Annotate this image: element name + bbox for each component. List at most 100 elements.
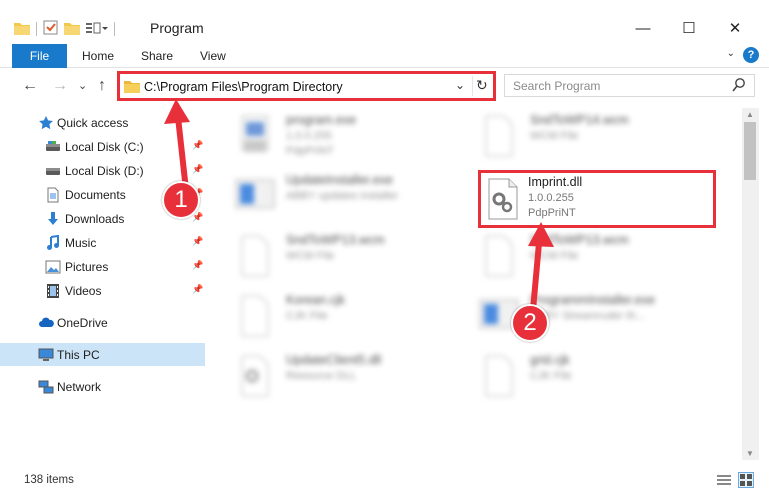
file-name: SndToWP13.wcm xyxy=(530,233,629,247)
item-count: 138 items xyxy=(24,474,74,486)
pin-icon: 📌 xyxy=(192,164,204,174)
file-item-sndtowp13-wcm[interactable]: SndToWP13.wcm WCM File xyxy=(234,230,474,288)
file-company: PdpPriNT xyxy=(528,207,576,219)
pictures-icon xyxy=(45,259,61,275)
vertical-scrollbar[interactable]: ▲ ▼ xyxy=(742,108,759,460)
navigation-pane: Quick access Local Disk (C:) 📌 Local Dis… xyxy=(0,108,210,460)
installer-file-icon xyxy=(234,174,276,218)
file-item-updateinstaller-exe[interactable]: UpdateInstaller.exe ABBY updates install… xyxy=(234,170,474,228)
customize-toolbar-icon[interactable] xyxy=(86,21,108,38)
sidebar-item-label: Documents xyxy=(65,188,126,202)
sidebar-item-music[interactable]: Music 📌 xyxy=(0,231,205,254)
file-description: ABBY updates installer xyxy=(286,190,399,202)
sidebar-item-label: Videos xyxy=(65,284,102,298)
drive-icon xyxy=(45,163,61,179)
callout-step-2: 2 xyxy=(511,304,549,342)
file-type: WCM File xyxy=(286,250,335,262)
sidebar-item-this-pc[interactable]: This PC xyxy=(0,343,205,366)
file-type: WCM File xyxy=(530,250,579,262)
scrollbar-thumb[interactable] xyxy=(744,122,756,180)
document-file-icon xyxy=(234,294,276,338)
pin-icon: 📌 xyxy=(192,140,204,150)
file-item-korean-cjk[interactable]: Korean.cjk CJK File xyxy=(234,290,474,348)
sidebar-item-label: OneDrive xyxy=(57,316,108,330)
sidebar-item-videos[interactable]: Videos 📌 xyxy=(0,279,205,302)
navigation-bar: ← → ⌄ ↑ C:\Program Files\Program Directo… xyxy=(0,68,769,104)
search-input[interactable]: Search Program xyxy=(504,74,755,97)
videos-icon xyxy=(45,283,61,299)
pin-icon: 📌 xyxy=(192,236,204,246)
tab-home[interactable]: Home xyxy=(82,49,114,63)
file-item-updateclient5-dll[interactable]: UpdateClient5.dll Resource DLL xyxy=(234,350,474,408)
file-name: Korean.cjk xyxy=(286,293,346,307)
details-view-icon[interactable] xyxy=(716,472,732,488)
search-placeholder: Search Program xyxy=(513,79,601,93)
ribbon-tabs: File Home Share View ⌄ ? xyxy=(0,44,769,68)
file-name: program.exe xyxy=(286,113,357,127)
file-name: UpdateClient5.dll xyxy=(286,353,382,367)
sidebar-item-local-disk-c[interactable]: Local Disk (C:) 📌 xyxy=(0,135,205,158)
network-icon xyxy=(38,379,54,395)
toolbar-divider xyxy=(114,22,115,36)
scroll-down-icon[interactable]: ▼ xyxy=(746,449,754,458)
pin-icon: 📌 xyxy=(192,260,204,270)
file-name: UpdateInstaller.exe xyxy=(286,173,394,187)
sidebar-item-label: Local Disk (D:) xyxy=(65,164,144,178)
documents-icon xyxy=(45,187,61,203)
sidebar-item-pictures[interactable]: Pictures 📌 xyxy=(0,255,205,278)
tab-share[interactable]: Share xyxy=(141,49,173,63)
recent-locations-button[interactable]: ⌄ xyxy=(78,79,87,92)
up-button[interactable]: ↑ xyxy=(98,77,106,95)
sidebar-item-quick-access[interactable]: Quick access xyxy=(0,111,205,134)
sidebar-item-onedrive[interactable]: OneDrive xyxy=(0,311,205,334)
expand-ribbon-icon[interactable]: ⌄ xyxy=(727,48,735,59)
file-type: CJK File xyxy=(286,310,328,322)
file-type: WCM File xyxy=(530,130,579,142)
file-item-grid-cjk[interactable]: grid.cjk CJK File xyxy=(478,350,718,408)
file-name: SndToWP13.wcm xyxy=(286,233,385,247)
sidebar-item-network[interactable]: Network xyxy=(0,375,205,398)
refresh-icon[interactable]: ↻ xyxy=(476,77,488,94)
music-icon xyxy=(45,234,61,251)
close-button[interactable]: ✕ xyxy=(712,14,758,42)
file-name: SndToWP14.wcm xyxy=(530,113,629,127)
search-icon[interactable] xyxy=(732,77,746,96)
folder-icon[interactable] xyxy=(14,21,30,38)
file-item-sndtowp14-wcm[interactable]: SndToWP14.wcm WCM File xyxy=(478,110,718,168)
file-item-sndtowp13-wcm-2[interactable]: SndToWP13.wcm WCM File xyxy=(478,230,718,288)
toolbar-divider xyxy=(36,22,37,36)
sidebar-item-label: Pictures xyxy=(65,260,109,274)
large-icons-view-icon[interactable] xyxy=(738,472,754,488)
help-icon[interactable]: ? xyxy=(743,47,759,63)
tab-file[interactable]: File xyxy=(12,44,67,68)
drive-icon xyxy=(45,139,61,155)
document-file-icon xyxy=(234,234,276,278)
file-item-program-exe[interactable]: program.exe 1.0.0.255 PdpPriNT xyxy=(234,110,474,168)
document-file-icon xyxy=(478,234,520,278)
new-folder-icon[interactable] xyxy=(64,21,80,38)
properties-icon[interactable] xyxy=(43,20,58,38)
title-bar: Program — ☐ ✕ xyxy=(0,0,769,44)
file-list: program.exe 1.0.0.255 PdpPriNT SndToWP14… xyxy=(212,108,742,460)
address-divider xyxy=(472,76,473,96)
address-dropdown-icon[interactable]: ⌄ xyxy=(455,78,465,92)
tab-view[interactable]: View xyxy=(200,49,226,63)
back-button[interactable]: ← xyxy=(22,77,38,95)
window-title: Program xyxy=(150,20,204,36)
minimize-button[interactable]: — xyxy=(620,14,666,42)
file-item-imprint-dll[interactable]: Imprint.dll 1.0.0.255 PdpPriNT xyxy=(478,170,716,228)
sidebar-item-label: Local Disk (C:) xyxy=(65,140,144,154)
file-company: PdpPriNT xyxy=(286,145,334,157)
exe-file-icon xyxy=(234,114,276,158)
maximize-button[interactable]: ☐ xyxy=(666,14,712,42)
computer-icon xyxy=(38,347,54,363)
sidebar-item-local-disk-d[interactable]: Local Disk (D:) 📌 xyxy=(0,159,205,182)
file-name: ProgrammInstaller.exe xyxy=(530,293,656,307)
forward-button[interactable]: → xyxy=(52,77,68,95)
address-bar[interactable]: C:\Program Files\Program Directory ⌄ ↻ xyxy=(117,71,496,101)
download-icon xyxy=(45,211,61,227)
sidebar-item-label: Quick access xyxy=(57,116,129,130)
sidebar-item-label: This PC xyxy=(57,348,100,362)
address-path[interactable]: C:\Program Files\Program Directory xyxy=(144,80,343,94)
scroll-up-icon[interactable]: ▲ xyxy=(746,110,754,119)
